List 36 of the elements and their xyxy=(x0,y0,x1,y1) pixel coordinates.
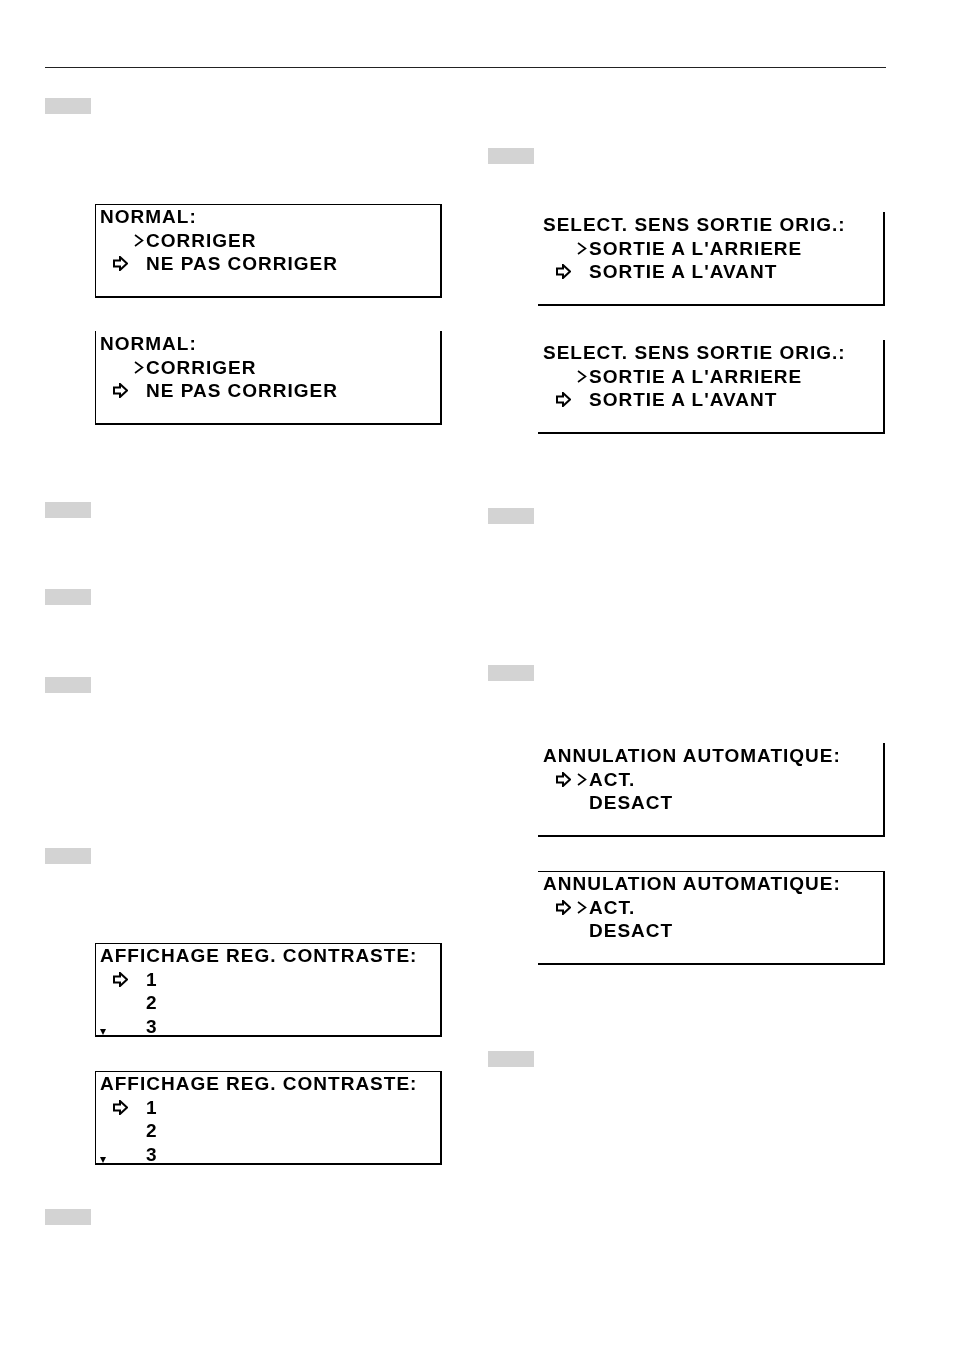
display-title: SELECT. SENS SORTIE ORIG.: xyxy=(543,341,846,365)
display-title: ANNULATION AUTOMATIQUE: xyxy=(543,744,841,768)
display-title: ANNULATION AUTOMATIQUE: xyxy=(543,872,841,896)
option-label: SORTIE A L'AVANT xyxy=(589,388,778,412)
display-title: AFFICHAGE REG. CONTRASTE: xyxy=(100,944,418,968)
option-label: NE PAS CORRIGER xyxy=(146,252,338,276)
option-label: SORTIE A L'ARRIERE xyxy=(589,236,803,260)
step-marker xyxy=(45,589,91,605)
step-marker xyxy=(45,1209,91,1225)
option-label: 3 xyxy=(146,1142,158,1166)
step-marker xyxy=(488,1051,534,1067)
display-title: AFFICHAGE REG. CONTRASTE: xyxy=(100,1072,418,1096)
step-marker xyxy=(488,148,534,164)
option-label: SORTIE A L'ARRIERE xyxy=(589,364,803,388)
step-marker xyxy=(45,848,91,864)
step-marker xyxy=(45,98,91,114)
option-label: 3 xyxy=(146,1014,158,1038)
step-marker xyxy=(45,677,91,693)
option-label: 2 xyxy=(146,1119,158,1143)
option-label: CORRIGER xyxy=(146,355,257,379)
display-title: NORMAL: xyxy=(100,332,197,356)
display-title: NORMAL: xyxy=(100,205,197,229)
option-label: DESACT xyxy=(589,791,674,815)
option-label: 1 xyxy=(146,1095,158,1119)
step-marker xyxy=(488,665,534,681)
option-label: SORTIE A L'AVANT xyxy=(589,260,778,284)
option-label: NE PAS CORRIGER xyxy=(146,379,338,403)
option-label: CORRIGER xyxy=(146,228,257,252)
option-label: 2 xyxy=(146,991,158,1015)
option-label: 1 xyxy=(146,967,158,991)
option-label: ACT. xyxy=(589,895,636,919)
display-title: SELECT. SENS SORTIE ORIG.: xyxy=(543,213,846,237)
option-label: ACT. xyxy=(589,767,636,791)
option-label: DESACT xyxy=(589,919,674,943)
step-marker xyxy=(45,502,91,518)
step-marker xyxy=(488,508,534,524)
